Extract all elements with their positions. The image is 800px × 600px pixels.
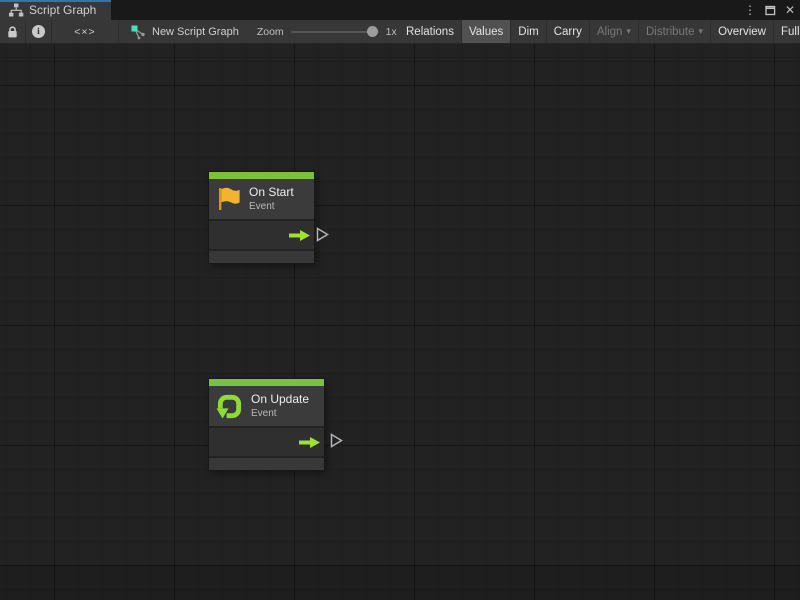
toolbar-button-group: Relations Values Dim Carry Align ▾ Distr… [399, 20, 800, 43]
node-port-row [209, 428, 324, 456]
node-title: On Update [251, 392, 309, 408]
close-icon[interactable]: ✕ [785, 4, 795, 16]
tab-script-graph[interactable]: Script Graph [0, 0, 111, 20]
node-on-start[interactable]: On Start Event [209, 172, 314, 263]
script-graph-window: Script Graph ⋮ ✕ i <×> [0, 0, 800, 600]
node-accent-bar [209, 172, 314, 179]
graph-name-label: New Script Graph [152, 26, 239, 38]
dim-button[interactable]: Dim [510, 20, 545, 43]
zoom-control: Zoom 1x [251, 20, 403, 43]
node-header: On Update Event [209, 386, 324, 426]
flow-arrow-icon[interactable] [289, 229, 310, 242]
graph-name-area: New Script Graph [119, 20, 251, 43]
more-options-icon[interactable]: ⋮ [744, 4, 756, 16]
node-accent-bar [209, 379, 324, 386]
loop-icon [216, 393, 243, 420]
carry-button[interactable]: Carry [546, 20, 589, 43]
caret-down-icon: ▾ [699, 26, 704, 37]
lock-button[interactable] [0, 20, 26, 43]
hierarchy-icon [8, 3, 24, 17]
grid-dark-band [0, 565, 800, 600]
tab-active-stripe [0, 0, 111, 2]
values-button[interactable]: Values [461, 20, 510, 43]
node-footer [209, 458, 324, 470]
output-port-triangle[interactable] [316, 227, 329, 242]
caret-down-icon: ▾ [626, 26, 631, 37]
node-port-row [209, 221, 314, 249]
code-view-button[interactable]: <×> [52, 20, 119, 43]
info-icon: i [32, 25, 45, 38]
flow-arrow-icon[interactable] [299, 436, 320, 449]
tab-title: Script Graph [29, 3, 96, 17]
zoom-slider-handle[interactable] [367, 26, 378, 37]
window-controls: ⋮ ✕ [744, 0, 795, 20]
zoom-slider[interactable] [291, 31, 379, 33]
graph-canvas[interactable]: On Start Event [0, 44, 800, 600]
zoom-value: 1x [386, 26, 397, 38]
lock-icon [6, 25, 19, 39]
align-dropdown: Align ▾ [589, 20, 638, 43]
flag-icon [216, 186, 241, 212]
node-subtitle: Event [251, 408, 309, 420]
maximize-icon[interactable] [765, 5, 776, 16]
code-icon: <×> [74, 26, 95, 38]
zoom-label: Zoom [257, 26, 284, 38]
graph-icon [130, 24, 146, 40]
node-footer [209, 251, 314, 263]
inspect-button[interactable]: i [26, 20, 52, 43]
overview-button[interactable]: Overview [710, 20, 773, 43]
output-port-triangle[interactable] [330, 433, 343, 448]
full-screen-button[interactable]: Full Screen [773, 20, 800, 43]
node-header: On Start Event [209, 179, 314, 219]
relations-button[interactable]: Relations [399, 20, 461, 43]
tab-bar: Script Graph ⋮ ✕ [0, 0, 800, 20]
graph-toolbar: i <×> New Script Graph Zoom 1x Relations [0, 20, 800, 44]
distribute-dropdown: Distribute ▾ [638, 20, 710, 43]
node-on-update[interactable]: On Update Event [209, 379, 324, 470]
node-subtitle: Event [249, 201, 294, 213]
node-title: On Start [249, 185, 294, 201]
